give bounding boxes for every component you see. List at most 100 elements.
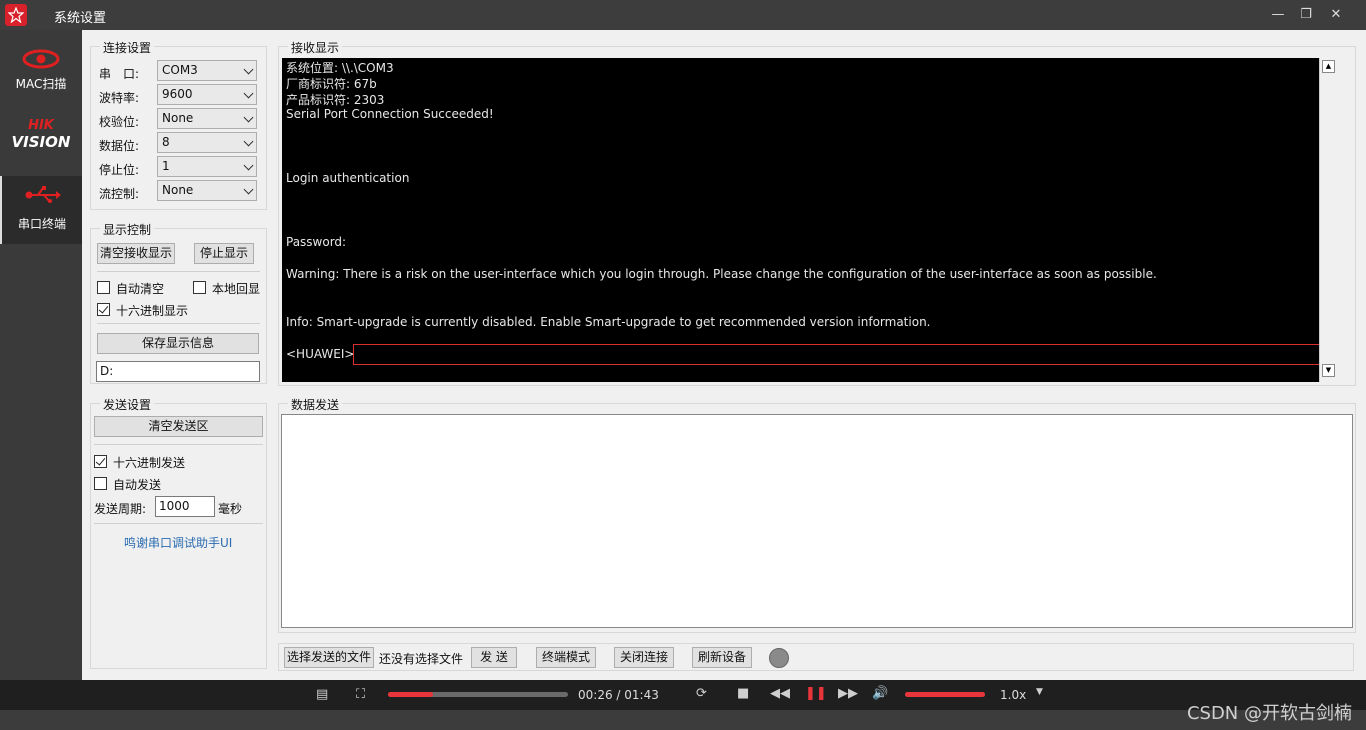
hex-send-checkbox[interactable] [94,455,107,468]
auto-send-checkbox[interactable] [94,477,107,490]
stop-display-button[interactable]: 停止显示 [194,243,254,264]
terminal-line: 产品标识符: 2303 [286,93,385,107]
window-title: 系统设置 [54,11,107,26]
hex-display-checkbox[interactable] [97,303,110,316]
fast-forward-icon[interactable]: ▶▶ [838,686,858,701]
playback-time: 00:26 / 01:43 [578,688,659,702]
stop-bits-select[interactable]: 1 [157,156,257,177]
chevron-down-icon[interactable]: ▼ [1036,687,1043,697]
divider [97,323,260,324]
stop-icon[interactable]: ■ [737,686,749,701]
thanks-link[interactable]: 鸣谢串口调试助手UI [124,534,232,551]
screenshot-icon[interactable]: ⛶ [356,687,365,702]
chevron-down-icon [243,184,254,195]
hex-display-label: 十六进制显示 [116,304,189,318]
player-footer [0,710,1366,730]
close-connection-button[interactable]: 关闭连接 [614,647,674,668]
close-icon[interactable]: ✕ [1326,6,1346,24]
progress-track[interactable] [388,692,568,697]
port-select[interactable]: COM3 [157,60,257,81]
save-path-input[interactable]: D: [96,361,260,382]
scroll-down-icon[interactable]: ▼ [1322,364,1335,377]
field-label: 停止位: [99,163,140,177]
file-status-label: 还没有选择文件 [379,652,464,666]
group-title: 数据发送 [288,396,343,413]
volume-fill [905,692,985,697]
bottom-toolbar: 选择发送的文件 还没有选择文件 发 送 终端模式 关闭连接 刷新设备 [278,643,1354,671]
terminal-line: Info: Smart-upgrade is currently disable… [286,315,931,329]
terminal-prompt: <HUAWEI> [286,347,355,361]
clear-receive-button[interactable]: 清空接收显示 [97,243,175,264]
sidebar-item-mac-scan[interactable]: MAC扫描 [0,48,82,98]
data-bits-select[interactable]: 8 [157,132,257,153]
rewind-icon[interactable]: ◀◀ [770,686,790,701]
group-title: 接收显示 [288,39,343,56]
title-bar: 系统设置 — ❐ ✕ [0,0,1366,30]
send-period-input[interactable]: 1000 [155,496,215,517]
chevron-down-icon [243,64,254,75]
sidebar-item-label: 串口终端 [17,217,66,231]
group-title: 显示控制 [100,221,155,238]
playback-speed[interactable]: 1.0x [1000,688,1026,702]
group-title: 发送设置 [100,396,155,413]
terminal-mode-button[interactable]: 终端模式 [536,647,596,668]
volume-icon[interactable]: 🔊 [872,686,888,701]
send-data-textarea[interactable] [281,414,1353,628]
video-player-bar: ▤ ⛶ 00:26 / 01:43 ⟳ ■ ◀◀ ❚❚ ▶▶ 🔊 1.0x ▼ [0,680,1366,710]
sidebar-item-hikvision[interactable]: HIK VISION [0,118,82,158]
watermark: CSDN @开软古剑楠 [1186,703,1352,724]
status-indicator-icon [769,648,789,668]
volume-track[interactable] [905,692,985,697]
send-button[interactable]: 发 送 [471,647,517,668]
sidebar-item-label: MAC扫描 [15,77,67,91]
field-label: 流控制: [99,187,140,201]
restore-icon[interactable]: ❐ [1296,6,1316,24]
sidebar-item-serial-terminal[interactable]: 串口终端 [0,176,82,244]
chevron-down-icon [243,136,254,147]
pause-icon[interactable]: ❚❚ [805,686,827,701]
auto-clear-checkbox[interactable] [97,281,110,294]
terminal-line: 系统位置: \\.\COM3 [286,61,394,75]
hikvision-logo: HIK VISION [11,118,71,151]
main-panel: 连接设置 串 口: COM3 波特率: 9600 校验位: None 数据位: … [82,30,1366,680]
save-display-button[interactable]: 保存显示信息 [97,333,259,354]
choose-file-button[interactable]: 选择发送的文件 [284,647,374,668]
group-title: 连接设置 [100,39,155,56]
chevron-down-icon [243,160,254,171]
display-control-group: 显示控制 清空接收显示 停止显示 自动清空 本地回显 十六进制显示 保存显示信息… [90,221,267,384]
send-period-label: 发送周期: [94,502,147,516]
hex-send-label: 十六进制发送 [113,456,186,470]
terminal-line: Warning: There is a risk on the user-int… [286,267,1157,281]
divider [97,271,260,272]
field-label: 串 口: [99,67,140,81]
command-input[interactable] [353,344,1336,365]
baud-rate-select[interactable]: 9600 [157,84,257,105]
auto-send-label: 自动发送 [113,478,162,492]
receive-terminal[interactable]: 系统位置: \\.\COM3 厂商标识符: 67b 产品标识符: 2303 Se… [282,58,1336,382]
minimize-icon[interactable]: — [1268,6,1288,24]
terminal-line: Login authentication [286,171,410,185]
parity-select[interactable]: None [157,108,257,129]
divider [94,444,263,445]
playlist-icon[interactable]: ▤ [316,687,328,702]
sidebar: MAC扫描 HIK VISION 串口终端 [0,30,82,680]
local-echo-checkbox[interactable] [193,281,206,294]
refresh-device-button[interactable]: 刷新设备 [692,647,752,668]
flow-control-select[interactable]: None [157,180,257,201]
send-period-unit: 毫秒 [218,502,243,516]
chevron-down-icon [243,88,254,99]
scroll-up-icon[interactable]: ▲ [1322,60,1335,73]
vertical-scrollbar[interactable]: ▲ ▼ [1319,58,1336,382]
send-settings-group: 发送设置 清空发送区 十六进制发送 自动发送 发送周期: 1000 毫秒 鸣谢串… [90,396,267,669]
loop-icon[interactable]: ⟳ [696,686,707,701]
auto-clear-label: 自动清空 [116,282,165,296]
field-label: 校验位: [99,115,140,129]
connection-settings-group: 连接设置 串 口: COM3 波特率: 9600 校验位: None 数据位: … [90,39,267,210]
local-echo-label: 本地回显 [212,282,261,296]
app-logo-icon [5,4,27,26]
clear-send-button[interactable]: 清空发送区 [94,416,263,437]
terminal-line: 厂商标识符: 67b [286,77,377,91]
terminal-line: Serial Port Connection Succeeded! [286,107,494,121]
eye-icon [22,49,60,69]
progress-fill [388,692,433,697]
